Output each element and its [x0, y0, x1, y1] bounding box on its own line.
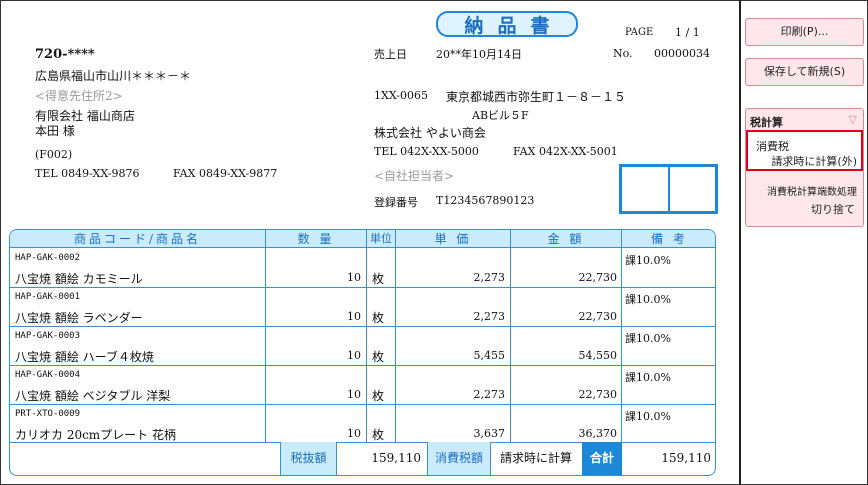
tax-rate: 課10.0% — [625, 254, 671, 267]
rounding-setting[interactable]: 消費税計算端数処理 切り捨て — [746, 175, 863, 223]
seal-box — [619, 164, 718, 214]
doc-number-value: 00000034 — [654, 47, 710, 60]
sender-tel: TEL 042X-XX-5000 — [374, 145, 479, 158]
customer-address1: 広島県福山市山川＊＊＊－＊ — [35, 69, 192, 83]
consumption-tax-title: 消費税 — [756, 140, 789, 153]
quantity: 10 — [347, 271, 361, 284]
amount: 54,550 — [578, 349, 618, 362]
registration-label: 登録番号 — [374, 196, 418, 209]
unit: 枚 — [372, 350, 385, 364]
tax-calc-panel: 税計算 ▽ 消費税 請求時に計算(外) 消費税計算端数処理 切り捨て — [745, 108, 864, 227]
sales-date-value: 20**年10月14日 — [436, 48, 522, 61]
sales-date-label: 売上日 — [374, 48, 407, 61]
tax-rate: 課10.0% — [625, 293, 671, 306]
unit: 枚 — [372, 428, 385, 442]
print-button[interactable]: 印刷(P)... — [745, 18, 864, 46]
tax-rate: 課10.0% — [625, 371, 671, 384]
customer-zip: 720-**** — [35, 47, 95, 62]
subtotal-value: 159,110 — [371, 451, 421, 465]
header-qty: 数 量 — [297, 232, 335, 246]
rounding-value: 切り捨て — [811, 203, 855, 216]
product-name: 八宝焼 額絵 ベジタブル 洋梨 — [15, 389, 171, 403]
product-code: HAP-GAK-0003 — [15, 331, 81, 341]
quantity: 10 — [347, 427, 361, 440]
tax-value: 請求時に計算 — [499, 451, 572, 465]
amount: 36,370 — [578, 427, 618, 440]
subtotal-label: 税抜額 — [281, 442, 336, 475]
sender-address2: ABビル５F — [472, 109, 529, 122]
doc-number-label: No. — [613, 47, 633, 60]
total-value: 159,110 — [661, 451, 711, 465]
quantity: 10 — [347, 349, 361, 362]
document-title-box: 納品書 — [436, 11, 578, 37]
rounding-title: 消費税計算端数処理 — [767, 187, 857, 198]
amount: 22,730 — [578, 271, 618, 284]
tax-rate: 課10.0% — [625, 410, 671, 423]
page-label: PAGE — [625, 27, 654, 38]
customer-address2: <得意先住所2> — [35, 89, 123, 103]
product-name: 八宝焼 額絵 ラベンダー — [15, 311, 143, 325]
unit: 枚 — [372, 311, 385, 325]
header-item: 商品コード/商品名 — [73, 232, 202, 246]
totals-row: 税抜額 159,110 消費税額 請求時に計算 合計 159,110 — [10, 442, 715, 475]
sender-person: <自社担当者> — [374, 169, 455, 183]
product-code: PRT-XTO-0009 — [15, 409, 81, 419]
unit-price: 2,273 — [473, 310, 506, 323]
header-amount: 金 額 — [547, 232, 585, 246]
registration-number: T1234567890123 — [436, 194, 535, 207]
collapse-triangle-icon[interactable]: ▽ — [849, 113, 857, 126]
header-unit: 単位 — [370, 232, 392, 245]
amount: 22,730 — [578, 388, 618, 401]
product-name: 八宝焼 額絵 カモミール — [15, 272, 143, 286]
header-note: 備 考 — [651, 232, 688, 246]
document-title: 納品書 — [464, 14, 564, 37]
product-code: HAP-GAK-0002 — [15, 253, 81, 263]
unit-price: 2,273 — [473, 271, 506, 284]
sender-zip: 1XX-0065 — [374, 89, 428, 102]
table-header: 商品コード/商品名 数 量 単位 単 価 金 額 備 考 — [10, 230, 715, 248]
customer-code: (F002) — [35, 148, 73, 161]
unit: 枚 — [372, 389, 385, 403]
unit: 枚 — [372, 272, 385, 286]
unit-price: 3,637 — [473, 427, 506, 440]
unit-price: 2,273 — [473, 388, 506, 401]
quantity: 10 — [347, 310, 361, 323]
tax-label: 消費税額 — [428, 442, 490, 475]
consumption-tax-setting[interactable]: 消費税 請求時に計算(外) — [746, 130, 863, 171]
panel-divider — [739, 0, 741, 485]
unit-price: 5,455 — [473, 349, 506, 362]
customer-person: 本田 様 — [35, 124, 75, 138]
customer-tel: TEL 0849-XX-9876 — [35, 167, 140, 180]
quantity: 10 — [347, 388, 361, 401]
tax-calc-title: 税計算 — [750, 116, 783, 129]
product-code: HAP-GAK-0004 — [15, 370, 81, 380]
product-name: カリオカ 20cmプレート 花柄 — [15, 428, 176, 442]
total-label: 合計 — [582, 442, 622, 475]
header-price: 単 価 — [434, 232, 472, 246]
page-value: 1 / 1 — [675, 26, 700, 39]
amount: 22,730 — [578, 310, 618, 323]
tax-rate: 課10.0% — [625, 332, 671, 345]
sender-fax: FAX 042X-XX-5001 — [513, 145, 618, 158]
customer-fax: FAX 0849-XX-9877 — [173, 167, 278, 180]
product-name: 八宝焼 額絵 ハーブ４枚焼 — [15, 350, 154, 364]
items-table: 商品コード/商品名 数 量 単位 単 価 金 額 備 考 HAP-GAK-000… — [9, 229, 716, 476]
sender-company: 株式会社 やよい商会 — [374, 126, 486, 140]
save-new-button[interactable]: 保存して新規(S) — [745, 58, 864, 86]
sender-address1: 東京都城西市弥生町１－８－１５ — [446, 90, 627, 104]
consumption-tax-value: 請求時に計算(外) — [771, 155, 857, 168]
product-code: HAP-GAK-0001 — [15, 292, 81, 302]
